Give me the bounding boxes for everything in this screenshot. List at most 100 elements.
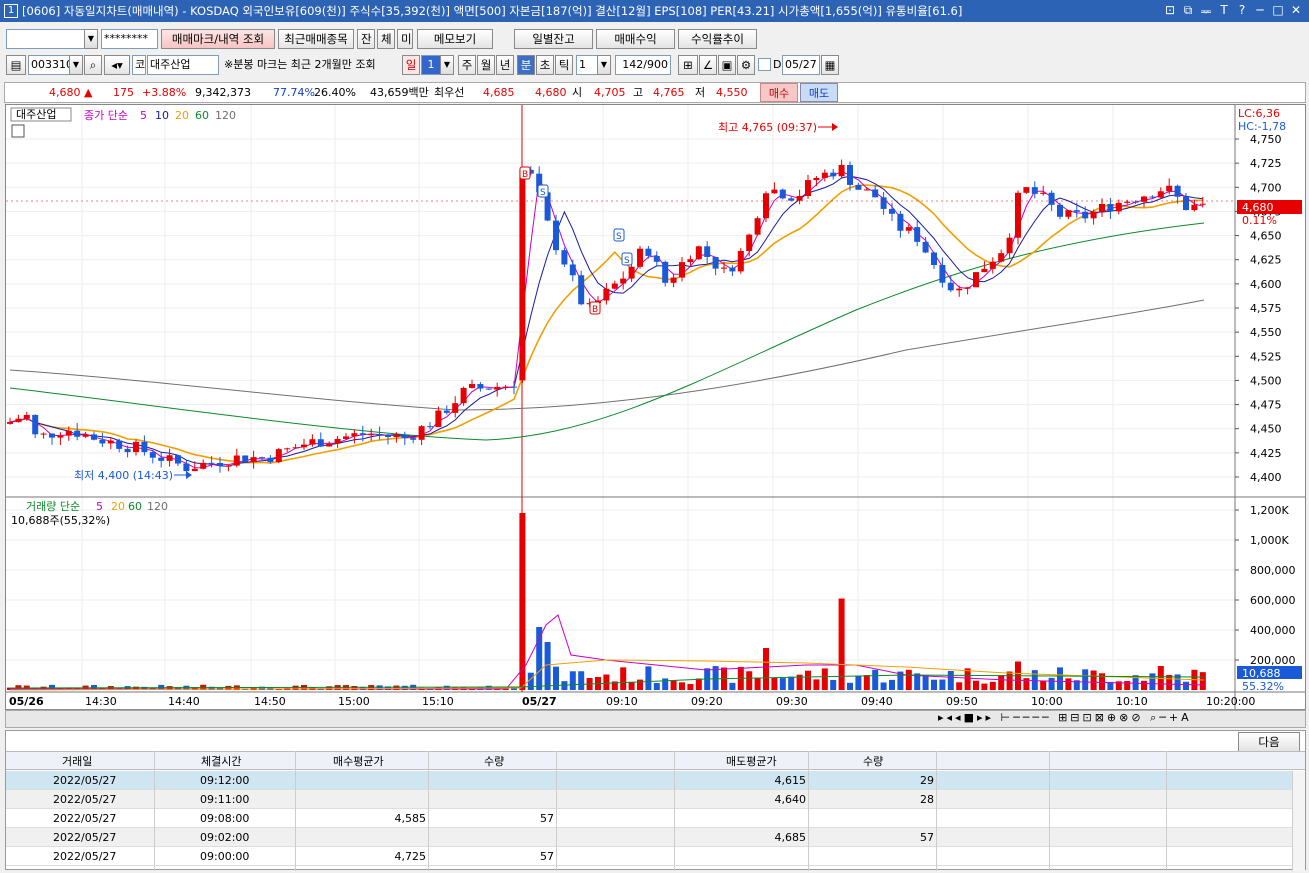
candle-body (989, 261, 996, 269)
sound-icon[interactable]: ◂▾ (104, 55, 130, 75)
volume-bar (1048, 677, 1055, 690)
table-row[interactable]: 2022/05/27 09:11:00 4,640 28 (6, 790, 1292, 809)
period-minute-button[interactable]: 분 (517, 55, 535, 75)
period-dropdown-icon[interactable]: ▼ (440, 55, 454, 75)
price-volume-chart[interactable]: BSBSS 4,7504,7254,7004,6754,6504,6254,60… (6, 105, 1305, 709)
candle-body (158, 457, 165, 461)
balance-button[interactable]: 잔 (357, 29, 375, 49)
return-trend-button[interactable]: 수익률추이 (678, 29, 757, 49)
period-tick-button[interactable]: 틱 (555, 55, 573, 75)
candle-body (309, 439, 316, 445)
help-icon[interactable]: ? (1235, 3, 1249, 20)
draw-tool-icon[interactable]: ∠ (699, 55, 717, 75)
vol-ma120-label: 120 (147, 500, 168, 513)
volume-bar (1040, 680, 1047, 690)
interval-dropdown-icon[interactable]: ▼ (597, 55, 611, 75)
volume-bar (771, 677, 778, 690)
period-value[interactable]: 1 (421, 55, 441, 75)
table-row[interactable]: 2022/05/27 09:02:00 4,685 57 (6, 828, 1292, 847)
candle-body (1183, 196, 1189, 211)
next-button[interactable]: 다음 (1238, 732, 1300, 752)
time-label: 05/27 (522, 695, 557, 708)
search-icon[interactable]: ⌕ (84, 55, 102, 75)
close-icon[interactable]: ✕ (1289, 3, 1303, 20)
code-dropdown-icon[interactable]: ▼ (69, 55, 83, 75)
max-price-label: 최고 4,765 (09:37) (718, 121, 817, 134)
window-tile-icon[interactable]: ⧉ (1181, 3, 1195, 20)
price-tick-label: 4,400 (1250, 471, 1282, 484)
sell-button[interactable]: 매도 (800, 83, 838, 102)
window-a-icon[interactable]: ⊡ (1163, 3, 1177, 20)
candle-body (1090, 211, 1097, 219)
calendar-icon[interactable]: ▦ (821, 55, 839, 75)
time-label: 09:30 (776, 695, 808, 708)
period-year-button[interactable]: 년 (496, 55, 514, 75)
period-second-button[interactable]: 초 (536, 55, 554, 75)
time-label: 05/26 (9, 695, 44, 708)
candle-body (981, 268, 988, 273)
stock-code-input[interactable]: 003310 (28, 55, 70, 75)
volume-ratio: 77.74% (273, 86, 315, 99)
cell-time: 09:08:00 (200, 812, 250, 825)
chart-area[interactable]: BSBSS 4,7504,7254,7004,6754,6504,6254,60… (5, 104, 1306, 710)
candle-body (880, 197, 887, 209)
table-column-divider (295, 751, 296, 871)
candle-body (1065, 210, 1072, 217)
unexecuted-button[interactable]: 미 (397, 29, 413, 49)
account-dropdown-icon[interactable]: ▼ (84, 29, 98, 49)
stock-label: 대주산업 (16, 108, 56, 121)
table-row[interactable]: 2022/05/27 09:08:00 4,585 57 (6, 809, 1292, 828)
buy-button[interactable]: 매수 (760, 83, 798, 102)
candle-body (796, 196, 803, 201)
maximize-icon[interactable]: □ (1271, 3, 1285, 20)
candle-body (91, 434, 97, 440)
trade-marker-label: B (592, 305, 598, 315)
cell-buy-qty: 57 (540, 850, 554, 863)
price-tick-label: 4,650 (1250, 230, 1282, 243)
recent-trades-button[interactable]: 최근매매종목 (278, 29, 354, 49)
trade-profit-button[interactable]: 매매수익 (596, 29, 675, 49)
candle-body (301, 444, 307, 448)
period-month-button[interactable]: 월 (477, 55, 495, 75)
vol-ma20-label: 20 (111, 500, 125, 513)
daily-balance-button[interactable]: 일별잔고 (514, 29, 593, 49)
font-icon[interactable]: T (1217, 3, 1231, 20)
period-day-label[interactable]: 일 (402, 55, 420, 75)
stock-name[interactable]: 대주산업 (147, 55, 219, 75)
date-checkbox[interactable] (758, 58, 771, 71)
indicator-icon[interactable]: ⊞ (678, 55, 698, 75)
candle-body (65, 430, 72, 436)
table-scrollbar[interactable] (1292, 771, 1305, 871)
chart-grid-icon[interactable] (11, 124, 25, 138)
candle-body (427, 426, 433, 428)
mark-inquiry-button[interactable]: 매매마크/내역 조회 (161, 29, 275, 49)
lc-label: LC:6,36 (1238, 107, 1280, 120)
candle-body (250, 457, 257, 463)
password-field[interactable]: ******** (101, 29, 158, 49)
settings-gear-icon[interactable]: ⚙ (737, 55, 755, 75)
chart-scroll-controls[interactable]: ▸◂◂■▸▸ ⊢──── ⊞⊟⊡⊠⊕⊗⊘ ⌕─+A (938, 711, 1192, 725)
candle-body (1124, 201, 1131, 203)
layout-icon[interactable]: ▤ (6, 55, 26, 75)
account-select[interactable] (6, 29, 85, 49)
save-icon[interactable]: ▣ (718, 55, 736, 75)
price-tick-label: 4,750 (1250, 133, 1282, 146)
trade-history-panel: 다음 거래일 체결시간 매수평균가 수량 매도평균가 수량 2022/05/27… (5, 730, 1306, 871)
cell-sell-qty: 28 (920, 793, 934, 806)
ma60-label: 60 (195, 109, 209, 122)
vol-ma60-label: 60 (128, 500, 142, 513)
memo-view-button[interactable]: 메모보기 (417, 29, 493, 49)
period-week-button[interactable]: 주 (458, 55, 476, 75)
table-row[interactable]: 2022/05/27 09:12:00 4,615 29 (6, 771, 1292, 790)
pin-icon[interactable]: ᆓ (1199, 3, 1213, 20)
date-input[interactable]: 05/27 (782, 55, 820, 75)
chart-scroll-bar[interactable]: ▸◂◂■▸▸ ⊢──── ⊞⊟⊡⊠⊕⊗⊘ ⌕─+A (5, 710, 1306, 728)
candle-body (855, 184, 862, 190)
count-input[interactable]: 142/900 (615, 55, 671, 75)
up-arrow-icon: ▲ (84, 86, 93, 99)
executed-button[interactable]: 체 (377, 29, 395, 49)
table-row[interactable]: 2022/05/27 09:00:00 4,725 57 (6, 847, 1292, 866)
minimize-icon[interactable]: ─ (1253, 3, 1267, 20)
volume-bar (687, 683, 694, 690)
interval-input[interactable]: 1 (576, 55, 598, 75)
